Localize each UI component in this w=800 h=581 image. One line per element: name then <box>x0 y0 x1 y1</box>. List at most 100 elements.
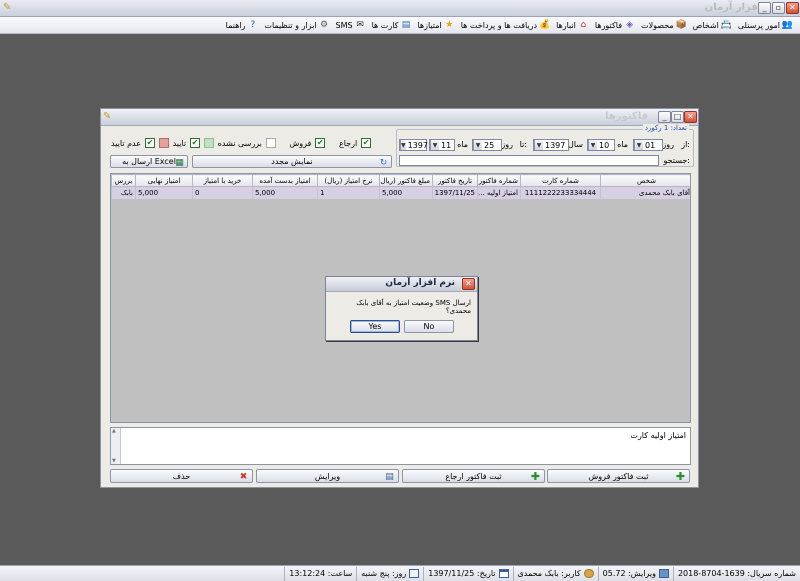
refresh-label: نمایش مجدد <box>271 157 313 166</box>
table-row[interactable]: آقای بابک محمدی 1111222233334444 امتیاز … <box>111 186 690 199</box>
column-header[interactable]: امتیاز نهایی <box>135 174 193 187</box>
app-logo-icon: ✎ <box>3 2 12 13</box>
note-text: امتیاز اولیه کارت <box>630 431 686 440</box>
column-header[interactable]: شماره کارت <box>520 174 601 187</box>
invoices-minimize-button[interactable]: _ <box>658 111 671 123</box>
menu-invoices[interactable]: ◈ فاکتورها <box>592 20 638 31</box>
scroll-down-icon: ▼ <box>112 458 116 464</box>
menu-warehouses[interactable]: ⌂ انبارها <box>553 20 592 31</box>
menu-sms[interactable]: ✉ SMS <box>333 20 369 31</box>
menu-payments[interactable]: 💰 دریافت ها و پرداخت ها <box>458 20 553 31</box>
menu-persons[interactable]: 📇 اشخاص <box>690 20 735 31</box>
notes-scrollbar[interactable]: ▲ ▼ <box>111 428 121 464</box>
menu-label: فاکتورها <box>594 20 623 30</box>
star-icon: ★ <box>445 20 454 30</box>
invoices-maximize-button[interactable]: □ <box>671 111 684 123</box>
plus-icon: ✚ <box>675 470 686 483</box>
no-button[interactable]: No <box>404 320 454 333</box>
close-button[interactable]: ✕ <box>786 2 799 14</box>
not-approved-label: عدم تایید <box>111 138 142 148</box>
not-approved-checkbox[interactable]: ✔ <box>145 138 155 148</box>
yes-button[interactable]: Yes <box>350 320 400 333</box>
column-header[interactable]: شخص <box>600 174 690 187</box>
return-invoice-button[interactable]: ثبت فاکتور ارجاع ✚ <box>402 469 545 483</box>
from-year-label: سال <box>568 140 583 149</box>
column-header[interactable]: تاریخ فاکتور <box>432 174 478 187</box>
notes-area[interactable]: ▲ ▼ امتیاز اولیه کارت <box>110 427 691 465</box>
from-month-select[interactable]: ▼ 10 <box>587 139 615 151</box>
user-text: کاربر: بابک محمدی <box>517 569 581 578</box>
approve-color-swatch <box>203 138 214 148</box>
menu-label: دریافت ها و پرداخت ها <box>460 20 538 30</box>
approve-checkbox[interactable]: ✔ <box>190 138 200 148</box>
from-day-select[interactable]: ▼ 01 <box>633 139 663 151</box>
table-cell: 5,000 <box>135 186 193 199</box>
invoices-titlebar: ✎ فاکتورها _ □ ✕ <box>101 109 698 126</box>
from-year-value: 1397 <box>545 140 566 150</box>
search-label: جستجو: <box>663 156 691 165</box>
menubar: 👥 امور پرسنلی 📇 اشخاص 📦 محصولات ◈ فاکتور… <box>0 17 800 34</box>
statusbar: شماره سریال: 1639-8704-2018 ویرایش: 05.7… <box>0 565 800 581</box>
restore-button[interactable]: ▫ <box>772 2 785 14</box>
reject-color-swatch <box>158 138 169 148</box>
from-year-select[interactable]: ▼ 1397 <box>533 139 569 151</box>
column-header[interactable]: بررس <box>111 174 136 187</box>
menu-label: محصولات <box>641 20 674 30</box>
return-label: ارجاع <box>338 138 358 148</box>
window-icon: ✎ <box>103 111 112 122</box>
menu-products[interactable]: 📦 محصولات <box>638 20 690 31</box>
box-icon: 📦 <box>675 20 687 30</box>
weekday-text: روز: پنج شنبه <box>361 569 407 578</box>
unreviewed-checkbox[interactable]: ✔ <box>265 138 276 148</box>
dialog-close-button[interactable]: ✕ <box>462 278 475 290</box>
menu-personnel[interactable]: 👥 امور پرسنلی <box>735 20 796 31</box>
return-checkbox[interactable]: ✔ <box>361 138 371 148</box>
sms-confirm-dialog: نرم افزار آرمان ✕ ارسال SMS وضعیت امتیاز… <box>325 276 478 341</box>
user-panel: کاربر: بابک محمدی <box>512 566 598 581</box>
menu-help[interactable]: ? راهنما <box>223 20 262 31</box>
edit-button[interactable]: ویرایش ▤ <box>256 469 399 483</box>
menu-label: کارت ها <box>371 20 399 30</box>
minimize-button[interactable]: _ <box>758 2 771 14</box>
record-count: تعداد: 1 رکورد <box>642 124 689 132</box>
edit-icon: ▤ <box>385 471 394 482</box>
excel-icon: ▦ <box>175 157 184 168</box>
to-year-select[interactable]: ▼ 1397 <box>399 139 428 151</box>
menu-label: اشخاص <box>692 20 719 30</box>
refresh-button[interactable]: نمایش مجدد ↻ <box>192 155 392 168</box>
delete-icon: ✖ <box>239 471 248 482</box>
column-header[interactable]: نرخ امتیاز (ریال) <box>317 174 380 187</box>
delete-label: حذف <box>172 471 191 481</box>
to-day-select[interactable]: ▼ 25 <box>472 139 502 151</box>
column-header[interactable]: امتیاز بدست آمده <box>252 174 318 187</box>
column-header[interactable]: مبلغ فاکتور (ریال) <box>379 174 433 187</box>
menu-tools[interactable]: ⚙ ابزار و تنظیمات <box>261 20 332 31</box>
dialog-title: نرم افزار آرمان <box>385 278 455 288</box>
edit-label: ویرایش <box>314 471 341 481</box>
people-icon: 👥 <box>781 20 794 30</box>
to-month-value: 11 <box>441 140 452 150</box>
sales-invoice-label: ثبت فاکتور فروش <box>588 471 649 481</box>
chevron-down-icon: ▼ <box>634 140 643 150</box>
menu-label: راهنما <box>225 20 246 30</box>
date-filter-group: تعداد: 1 رکورد از: روز ▼ 01 ماه ▼ 10 سال… <box>396 124 694 167</box>
warehouse-icon: ⌂ <box>580 20 587 30</box>
status-filters: ✔ ارجاع ✔ فروش ✔ بررسی نشده ✔ تایید ✔ عد… <box>111 136 371 150</box>
invoices-close-button[interactable]: ✕ <box>684 111 697 123</box>
column-header[interactable]: شماره فاکتور <box>477 174 521 187</box>
search-input[interactable] <box>399 155 659 166</box>
column-header[interactable]: خرید با امتیاز <box>192 174 253 187</box>
sales-invoice-button[interactable]: ثبت فاکتور فروش ✚ <box>547 469 690 483</box>
invoices-title: فاکتورها <box>605 111 648 122</box>
invoice-icon: ◈ <box>626 20 634 30</box>
table-cell: 5,000 <box>379 186 433 199</box>
excel-button[interactable]: ارسال به Excel ▦ <box>110 155 188 168</box>
dialog-titlebar: نرم افزار آرمان ✕ <box>326 277 477 292</box>
scroll-up-icon: ▲ <box>112 428 116 434</box>
menu-cards[interactable]: ▤ کارت ها <box>369 20 415 31</box>
sales-checkbox[interactable]: ✔ <box>315 138 326 148</box>
delete-button[interactable]: حذف ✖ <box>110 469 253 483</box>
version-panel: ویرایش: 05.72 <box>597 566 673 581</box>
to-month-select[interactable]: ▼ 11 <box>429 139 455 151</box>
menu-points[interactable]: ★ امتیازها <box>414 20 457 31</box>
